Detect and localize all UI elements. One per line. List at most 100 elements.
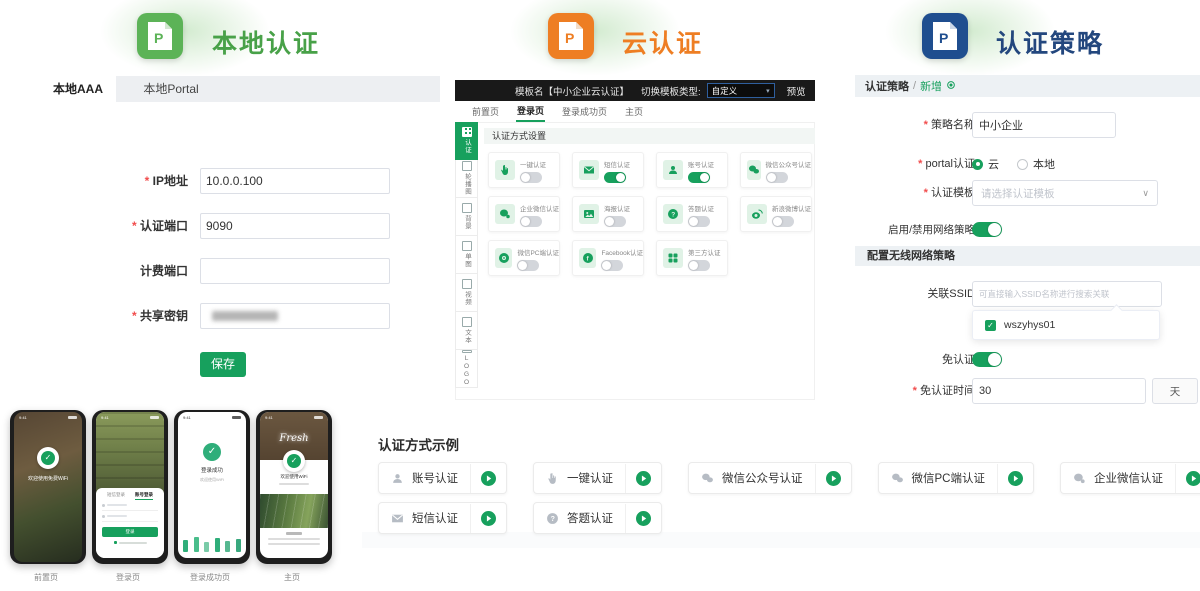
auth-card-quiz: ? 答题认证 [656,196,728,232]
toggle[interactable] [972,222,1002,237]
toggle[interactable] [601,260,623,271]
success-check-icon: ✓ [203,443,221,461]
auth-template-select[interactable]: 请选择认证模板 ∨ [972,180,1158,206]
logo-check: ✓ [287,454,301,468]
auth-port-input[interactable] [200,213,390,239]
sidebar-item-background[interactable]: 背景 [455,198,478,236]
play-button[interactable] [471,471,506,486]
example-one-click-auth[interactable]: 一键认证 [533,462,662,494]
auth-card-wechat-official: 微信公众号认证 [740,152,812,188]
example-wechat-work-auth[interactable]: 企业微信认证 [1060,462,1200,494]
document-p-icon: P [548,13,594,59]
toggle[interactable] [772,216,794,227]
example-quiz-auth[interactable]: ? 答题认证 [533,502,662,534]
ssid-option[interactable]: wszyhys01 [1004,319,1055,331]
light-band [362,532,1200,548]
example-account-auth[interactable]: 账号认证 [378,462,507,494]
local-auth-title: 本地认证 [212,24,320,60]
radio-cloud[interactable] [972,159,983,170]
shelf-photo [96,412,164,494]
ssid-search-input[interactable] [972,281,1162,307]
tab-sms-login: 短信登录 [107,492,125,500]
auth-method-section-title: 认证方式设置 [484,128,815,144]
auth-examples-title: 认证方式示例 [378,434,459,454]
svg-text:P: P [154,30,163,46]
svg-text:P: P [939,30,948,46]
app-logo: ✓ [37,447,59,469]
accounting-port-label: 计费端口 [28,258,188,284]
sidebar-item-logo[interactable]: LOGO [455,350,478,388]
page-tabs: 前置页 登录页 登录成功页 主页 [455,101,815,123]
chevron-down-icon: ▾ [766,87,770,95]
success-subtitle: 欢迎使用WiFi [178,477,246,483]
tab-local-aaa[interactable]: 本地AAA [40,76,116,102]
toggle[interactable] [688,260,710,271]
enable-policy-toggle-wrap [972,222,1002,237]
people-illustration [183,532,241,552]
tab-login-page[interactable]: 登录页 [516,101,545,122]
toggle[interactable] [604,172,626,183]
phone-caption: 登录页 [92,572,164,583]
examples-row-1: 账号认证 一键认证 微信公众号认证 微信PC端认证 企业微信认证 新浪微博认证 [378,462,1200,494]
toggle[interactable] [604,216,626,227]
enable-policy-label: 启用/禁用网络策略 [855,217,975,243]
app-logo: ✓ [283,450,305,472]
success-text: 登录成功 [178,466,246,474]
auth-card-facebook: f Facebook认证 [572,240,644,276]
template-name: 模板名【中小企业云认证】 [515,84,629,98]
example-wechat-pc-auth[interactable]: 微信PC端认证 [878,462,1034,494]
tab-home-page[interactable]: 主页 [624,102,644,121]
play-button[interactable] [816,471,851,486]
radio-local[interactable] [1017,159,1028,170]
example-sms-auth[interactable]: 短信认证 [378,502,507,534]
text-icon [462,317,472,327]
accounting-port-input[interactable] [200,258,390,284]
example-wechat-official-auth[interactable]: 微信公众号认证 [688,462,852,494]
toggle[interactable] [688,172,710,183]
toggle[interactable] [520,216,542,227]
toggle[interactable] [520,172,542,183]
ip-address-input[interactable] [200,168,390,194]
free-auth-toggle-wrap [972,352,1002,367]
sidebar-item-video[interactable]: 视频 [455,274,478,312]
save-button[interactable]: 保存 [200,352,246,377]
template-type-select[interactable]: 自定义▾ [707,83,775,98]
auth-grid-icon [462,127,472,137]
ssid-checkbox[interactable]: ✓ [985,320,996,331]
wireless-policy-section-title: 配置无线网络策略 [855,246,1200,266]
play-button[interactable] [998,471,1033,486]
play-button[interactable] [1176,471,1200,486]
sidebar-item-single-image[interactable]: 单图 [455,236,478,274]
sidebar-item-carousel[interactable]: 轮播图 [455,160,478,198]
sidebar-item-auth[interactable]: 认证 [455,122,478,160]
sidebar-item-text[interactable]: 文本 [455,312,478,350]
editor-sidebar: 认证 轮播图 背景 单图 视频 文本 LOGO [455,122,478,388]
play-button[interactable] [626,511,661,526]
toggle[interactable] [766,172,788,183]
auth-port-label: 认证端口 [28,213,188,239]
document-p-icon: P [922,13,968,59]
login-card: 短信登录 账号登录 登录 [96,488,164,558]
svg-text:P: P [565,30,574,46]
toggle[interactable] [688,216,710,227]
toggle[interactable] [972,352,1002,367]
policy-name-input[interactable] [972,112,1116,138]
tab-login-success-page[interactable]: 登录成功页 [561,102,608,121]
welcome-text: 欢迎使用WiFi [260,474,328,480]
preview-button[interactable]: 预览 [787,84,806,98]
tab-pre-page[interactable]: 前置页 [471,102,500,121]
free-auth-time-input[interactable] [972,378,1146,404]
play-button[interactable] [626,471,661,486]
time-unit: 天 [1152,378,1198,404]
play-button[interactable] [471,511,506,526]
brand-neon-text: Fresh [260,421,328,444]
shared-key-input[interactable] [200,303,390,329]
toggle[interactable] [517,260,539,271]
third-party-icon [663,248,683,268]
ip-address-label: IP地址 [28,168,188,194]
tab-local-portal[interactable]: 本地Portal [116,76,226,102]
image-icon [579,204,599,224]
location-pin-icon [946,80,956,93]
cloud-auth-title: 云认证 [622,24,703,60]
svg-text:?: ? [671,212,675,219]
